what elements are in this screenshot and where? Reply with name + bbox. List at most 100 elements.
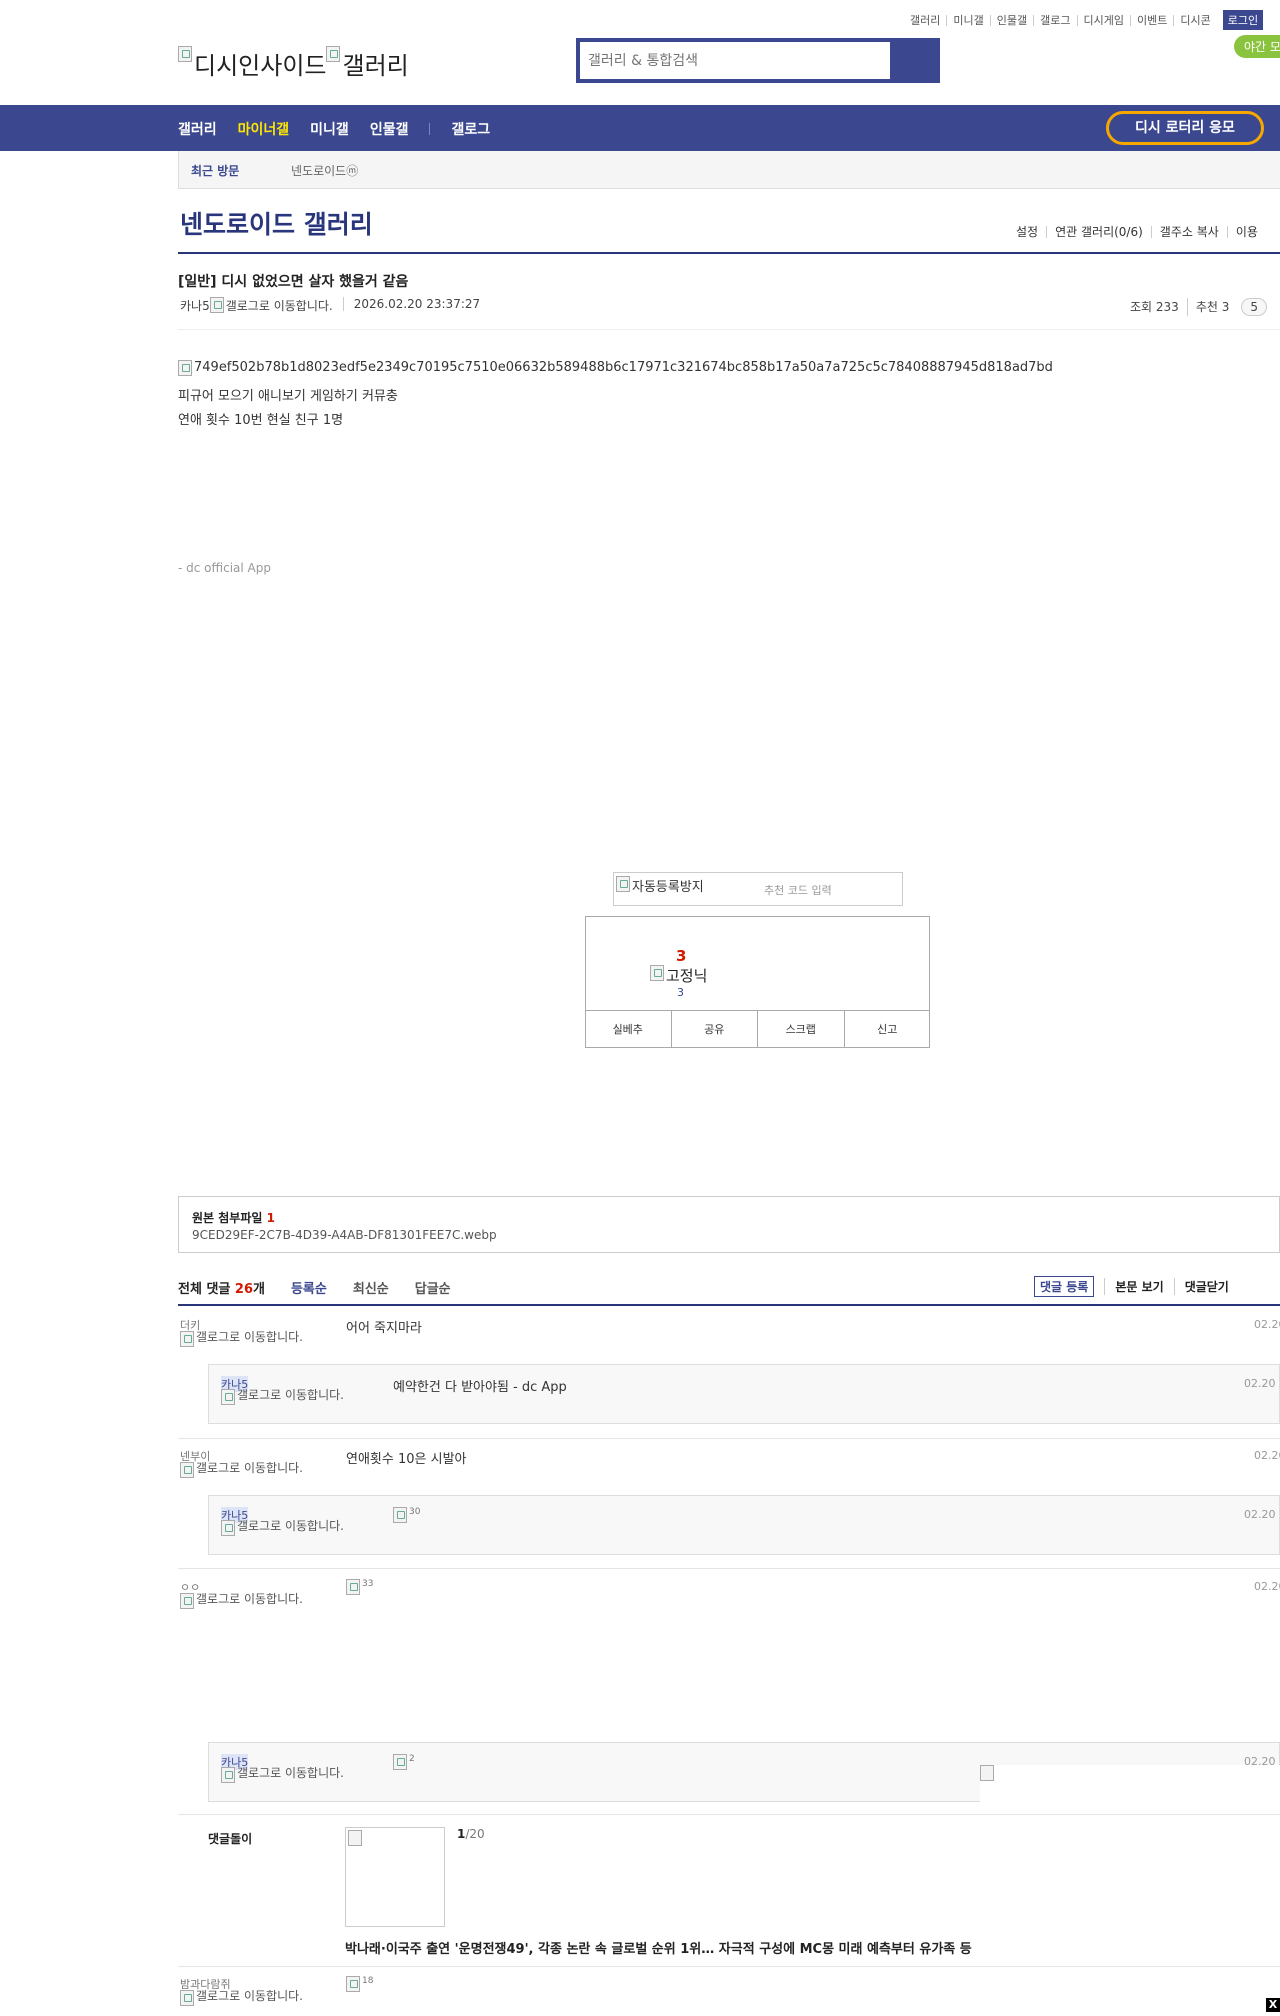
gallog-link[interactable]: 갤로그로 이동합니다. — [180, 1331, 310, 1347]
gallery-menu: 설정 연관 갤러리(0/6) 갤주소 복사 이용 — [1008, 226, 1266, 238]
login-button[interactable]: 로그인 — [1222, 10, 1264, 30]
broken-image-icon — [178, 46, 192, 62]
comment-header: 전체 댓글 26개 등록순 최신순 답글순 — [178, 1278, 451, 1297]
reply-date: 02.20 2 — [1244, 1377, 1280, 1390]
broken-image-icon — [346, 1579, 360, 1595]
recent-visit-title: 최근 방문 — [191, 164, 240, 178]
broken-image-icon — [616, 876, 630, 892]
util-dccon-link[interactable]: 디시콘 — [1173, 14, 1216, 26]
broken-image-icon — [180, 1990, 194, 2006]
lottery-button[interactable]: 디시 로터리 응모 — [1106, 111, 1264, 145]
broken-image-icon — [650, 965, 664, 981]
gallog-link[interactable]: 갤로그로 이동합니다. — [221, 1520, 351, 1536]
search-button[interactable] — [890, 42, 936, 79]
nav-gallog[interactable]: 갤로그 — [451, 119, 490, 139]
comment-divider — [178, 1568, 1280, 1569]
util-game-link[interactable]: 디시게임 — [1076, 14, 1130, 26]
night-mode-toggle[interactable]: 야간 모드 — [1234, 35, 1280, 58]
comment-date: 02.20 — [1254, 1580, 1280, 1593]
recent-gallery-link[interactable]: 넨도로이드ⓜ — [291, 162, 358, 179]
broken-image-icon — [348, 1830, 362, 1846]
captcha-box: 자동등록방지 추천 코드 입력 — [613, 872, 903, 906]
gallog-link[interactable]: 갤로그로 이동합니다. — [221, 1767, 351, 1783]
comment-header-divider — [178, 1304, 1280, 1306]
top-utility-menu: 갤러리 미니갤 인물갤 갤로그 디시게임 이벤트 디시콘 로그인 — [904, 10, 1264, 30]
gallog-link[interactable]: 갤로그로 이동합니다. — [209, 297, 333, 314]
gallery-title-divider — [178, 252, 1280, 254]
main-nav: 갤러리 마이너갤 미니갤 인물갤 갤로그 디시 로터리 응모 — [0, 105, 1280, 151]
sort-latest[interactable]: 최신순 — [353, 1278, 389, 1297]
comment-divider — [178, 1966, 1280, 1967]
captcha-image: 자동등록방지 — [616, 876, 704, 895]
broken-image-icon — [393, 1754, 407, 1770]
broken-image-icon — [180, 1331, 194, 1347]
gallery-logo-image: 갤러리 — [326, 46, 409, 81]
gallog-link[interactable]: 갤로그로 이동합니다. — [180, 1990, 310, 2006]
scrap-button[interactable]: 스크랩 — [757, 1011, 844, 1048]
comment-actions: 댓글 등록 본문 보기 댓글닫기 — [1034, 1276, 1229, 1297]
post-header-divider — [178, 329, 1280, 330]
gallog-link[interactable]: 갤로그로 이동합니다. — [180, 1593, 310, 1609]
view-count: 조회 233 — [1130, 300, 1179, 314]
news-pagination: 1/20 — [457, 1827, 485, 1841]
broken-image-icon — [980, 1765, 994, 1781]
gallog-link[interactable]: 갤로그로 이동합니다. — [221, 1389, 351, 1405]
comment-register-button[interactable]: 댓글 등록 — [1034, 1276, 1095, 1297]
util-person-link[interactable]: 인물갤 — [989, 14, 1033, 26]
nav-gallery[interactable]: 갤러리 — [178, 119, 217, 139]
sort-registered[interactable]: 등록순 — [291, 1278, 327, 1297]
gallog-link[interactable]: 갤로그로 이동합니다. — [180, 1462, 310, 1478]
app-signature: - dc official App — [178, 561, 271, 575]
nav-minor-gallery[interactable]: 마이너갤 — [238, 119, 290, 139]
reply-box — [208, 1364, 1280, 1424]
news-headline-link[interactable]: 박나래·이국주 출연 '운명전쟁49', 각종 논란 속 글로벌 순위 1위… … — [345, 1938, 980, 1957]
nav-person-gallery[interactable]: 인물갤 — [370, 119, 409, 139]
dccon-image: 2 — [393, 1754, 415, 1770]
nav-divider — [429, 123, 431, 135]
recommend-number[interactable]: 3 — [676, 947, 686, 965]
reply-date: 02.20 2 — [1244, 1508, 1280, 1521]
broken-image-icon — [209, 297, 224, 313]
report-button[interactable]: 신고 — [843, 1011, 931, 1048]
search-input[interactable] — [580, 42, 890, 79]
close-comments-button[interactable]: 댓글닫기 — [1173, 1278, 1229, 1295]
comment-divider — [178, 1438, 1280, 1439]
captcha-input[interactable]: 추천 코드 입력 — [764, 882, 832, 898]
usage-link[interactable]: 이용 — [1226, 226, 1266, 238]
best-recommend-button[interactable]: 실베추 — [585, 1011, 671, 1048]
util-gallog-link[interactable]: 갤로그 — [1033, 14, 1076, 26]
post-author[interactable]: 카나5 — [180, 297, 210, 314]
close-icon[interactable]: X — [1266, 1998, 1280, 2012]
sort-replies[interactable]: 답글순 — [415, 1278, 451, 1297]
broken-image-icon — [393, 1507, 407, 1523]
broken-image-icon — [221, 1389, 235, 1405]
nav-mini-gallery[interactable]: 미니갤 — [310, 119, 349, 139]
util-event-link[interactable]: 이벤트 — [1129, 14, 1173, 26]
attachment-count: 1 — [266, 1211, 275, 1225]
attachment-file-link[interactable]: 9CED29EF-2C7B-4D39-A4AB-DF81301FEE7C.web… — [192, 1228, 497, 1242]
broken-image-icon — [221, 1520, 235, 1536]
util-mini-link[interactable]: 미니갤 — [946, 14, 989, 26]
gallery-title[interactable]: 넨도로이드 갤러리 — [180, 205, 373, 241]
copy-address-link[interactable]: 갤주소 복사 — [1150, 226, 1227, 238]
comment-text: 어어 죽지마라 — [346, 1321, 422, 1336]
broken-image-icon — [178, 360, 192, 376]
comment-divider — [178, 1814, 1280, 1815]
site-logo[interactable]: 디시인사이드 갤러리 — [178, 40, 409, 81]
comment-count-badge[interactable]: 5 — [1241, 298, 1267, 316]
fixed-nick-image: 고정닉 — [650, 965, 707, 986]
share-button[interactable]: 공유 — [670, 1011, 758, 1048]
gallery-settings-link[interactable]: 설정 — [1008, 226, 1046, 238]
view-body-button[interactable]: 본문 보기 — [1104, 1278, 1164, 1295]
comment-bot-title: 댓글돌이 — [208, 1832, 253, 1846]
comment-total: 전체 댓글 26개 — [178, 1282, 265, 1297]
related-gallery-link[interactable]: 연관 갤러리(0/6) — [1046, 226, 1151, 238]
post-stats: 조회 233 추천 3 5 — [1122, 298, 1267, 316]
comment-date: 02.20 — [1254, 1318, 1280, 1331]
util-gallery-link[interactable]: 갤러리 — [904, 15, 946, 26]
news-thumbnail[interactable] — [345, 1827, 445, 1927]
broken-image-icon — [180, 1462, 194, 1478]
post-image[interactable]: 749ef502b78b1d8023edf5e2349c70195c7510e0… — [178, 360, 1053, 376]
recent-visit-bar: 최근 방문 넨도로이드ⓜ — [178, 151, 1280, 189]
fixed-nick-count: 3 — [677, 986, 684, 999]
